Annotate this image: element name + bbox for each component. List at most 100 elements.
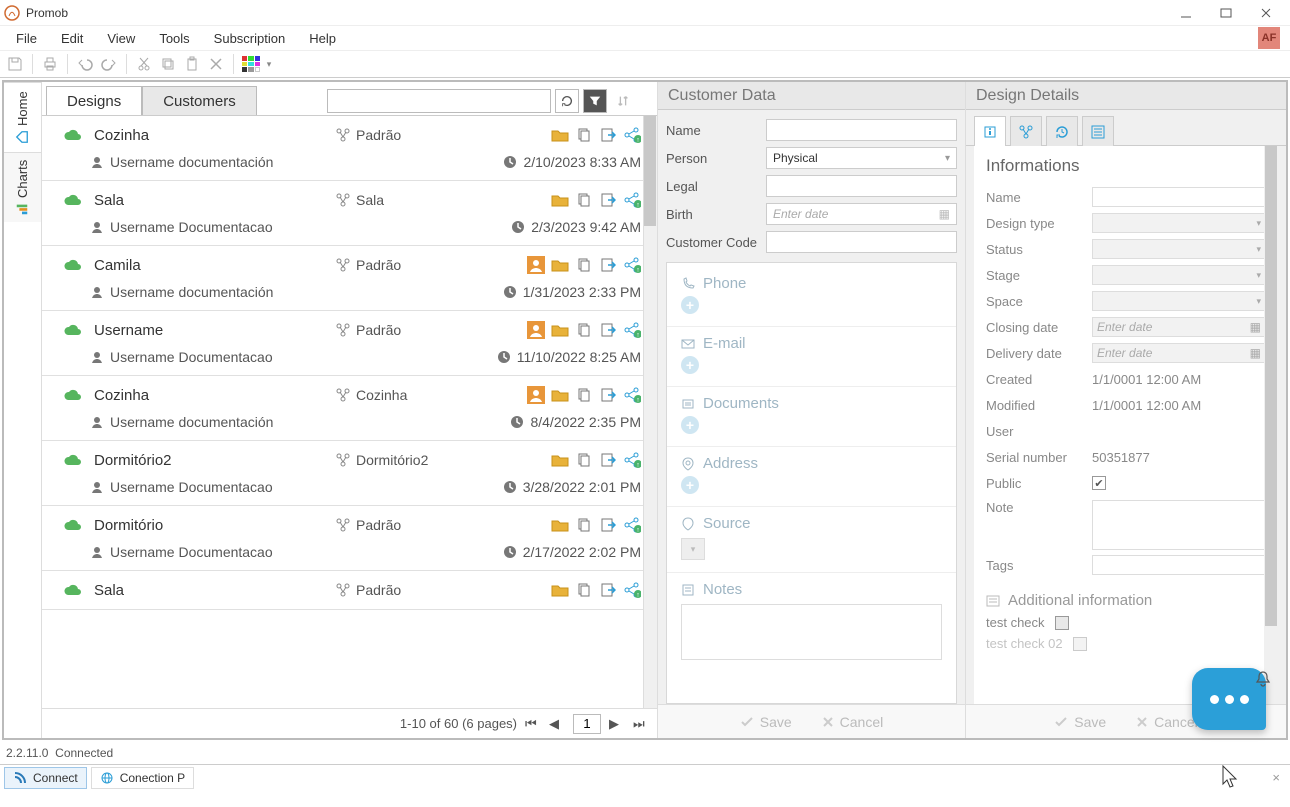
design-item[interactable]: CamilaPadrão↑Username documentación1/31/…	[42, 246, 657, 311]
add-document-button[interactable]: +	[681, 416, 699, 434]
window-maximize-button[interactable]	[1206, 1, 1246, 25]
side-tab-home[interactable]: Home	[4, 82, 41, 152]
cut-icon[interactable]	[133, 53, 155, 75]
add-email-button[interactable]: +	[681, 356, 699, 374]
menu-help[interactable]: Help	[297, 26, 348, 50]
folder-icon[interactable]	[551, 191, 569, 209]
customer-save-button[interactable]: Save	[740, 714, 792, 730]
d-field-type[interactable]	[1092, 213, 1266, 233]
details-cancel-button[interactable]: Cancel	[1136, 714, 1198, 730]
export-icon[interactable]	[599, 581, 617, 599]
copy-page-icon[interactable]	[575, 256, 593, 274]
check-1-box[interactable]	[1055, 616, 1069, 630]
copy-page-icon[interactable]	[575, 126, 593, 144]
paste-icon[interactable]	[181, 53, 203, 75]
share-icon[interactable]: ↑	[623, 191, 641, 209]
search-input[interactable]	[327, 89, 551, 113]
d-checkbox-public[interactable]: ✔	[1092, 476, 1106, 490]
menu-view[interactable]: View	[95, 26, 147, 50]
export-icon[interactable]	[599, 516, 617, 534]
d-field-tags[interactable]	[1092, 555, 1266, 575]
field-legal[interactable]	[766, 175, 957, 197]
sort-button[interactable]	[611, 89, 635, 113]
details-tab-history[interactable]	[1046, 116, 1078, 146]
dropdown-icon[interactable]: ▾	[264, 53, 274, 75]
d-field-status[interactable]	[1092, 239, 1266, 259]
copy-page-icon[interactable]	[575, 516, 593, 534]
d-field-stage[interactable]	[1092, 265, 1266, 285]
folder-icon[interactable]	[551, 451, 569, 469]
copy-icon[interactable]	[157, 53, 179, 75]
tab-designs[interactable]: Designs	[46, 86, 142, 115]
menu-tools[interactable]: Tools	[147, 26, 201, 50]
bottom-connect-tab[interactable]: Connect	[4, 767, 87, 789]
design-list[interactable]: CozinhaPadrão↑Username documentación2/10…	[42, 116, 657, 708]
menu-file[interactable]: File	[4, 26, 49, 50]
export-icon[interactable]	[599, 126, 617, 144]
details-tab-info[interactable]	[974, 116, 1006, 146]
source-select[interactable]: ▾	[681, 538, 705, 560]
folder-icon[interactable]	[551, 126, 569, 144]
copy-page-icon[interactable]	[575, 581, 593, 599]
menu-edit[interactable]: Edit	[49, 26, 95, 50]
side-tab-charts[interactable]: Charts	[4, 152, 41, 222]
d-field-name[interactable]	[1092, 187, 1266, 207]
user-avatar[interactable]: AF	[1258, 27, 1280, 49]
d-field-closing[interactable]: Enter date	[1092, 317, 1266, 337]
print-icon[interactable]	[39, 53, 61, 75]
field-code[interactable]	[766, 231, 957, 253]
details-save-button[interactable]: Save	[1054, 714, 1106, 730]
bottom-close-button[interactable]: ×	[1266, 770, 1286, 785]
add-phone-button[interactable]: +	[681, 296, 699, 314]
field-birth[interactable]: Enter date	[766, 203, 957, 225]
pager-last[interactable]: ⏭	[633, 716, 649, 732]
export-icon[interactable]	[599, 451, 617, 469]
window-close-button[interactable]	[1246, 1, 1286, 25]
filter-button[interactable]	[583, 89, 607, 113]
pager-page-input[interactable]	[573, 714, 601, 734]
d-field-note[interactable]	[1092, 500, 1266, 550]
tab-customers[interactable]: Customers	[142, 86, 257, 115]
share-icon[interactable]: ↑	[623, 126, 641, 144]
design-item[interactable]: CozinhaPadrão↑Username documentación2/10…	[42, 116, 657, 181]
folder-icon[interactable]	[551, 321, 569, 339]
refresh-button[interactable]	[555, 89, 579, 113]
share-icon[interactable]: ↑	[623, 256, 641, 274]
folder-icon[interactable]	[551, 516, 569, 534]
copy-page-icon[interactable]	[575, 451, 593, 469]
copy-page-icon[interactable]	[575, 321, 593, 339]
field-name[interactable]	[766, 119, 957, 141]
pager-first[interactable]: ⏮	[525, 716, 541, 732]
d-field-delivery[interactable]: Enter date	[1092, 343, 1266, 363]
copy-page-icon[interactable]	[575, 386, 593, 404]
export-icon[interactable]	[599, 321, 617, 339]
field-person[interactable]: Physical	[766, 147, 957, 169]
design-item[interactable]: SalaPadrão↑	[42, 571, 657, 610]
export-icon[interactable]	[599, 386, 617, 404]
add-address-button[interactable]: +	[681, 476, 699, 494]
notes-textarea[interactable]	[681, 604, 942, 660]
undo-icon[interactable]	[74, 53, 96, 75]
customer-cancel-button[interactable]: Cancel	[822, 714, 884, 730]
export-icon[interactable]	[599, 256, 617, 274]
menu-subscription[interactable]: Subscription	[202, 26, 298, 50]
design-item[interactable]: UsernamePadrão↑Username Documentacao11/1…	[42, 311, 657, 376]
folder-icon[interactable]	[551, 256, 569, 274]
redo-icon[interactable]	[98, 53, 120, 75]
pager-prev[interactable]: ◀	[549, 716, 565, 732]
share-icon[interactable]: ↑	[623, 386, 641, 404]
color-palette-icon[interactable]	[240, 53, 262, 75]
pager-next[interactable]: ▶	[609, 716, 625, 732]
folder-icon[interactable]	[551, 386, 569, 404]
design-item[interactable]: SalaSala↑Username Documentacao2/3/2023 9…	[42, 181, 657, 246]
folder-icon[interactable]	[551, 581, 569, 599]
export-icon[interactable]	[599, 191, 617, 209]
design-item[interactable]: CozinhaCozinha↑Username documentación8/4…	[42, 376, 657, 441]
share-icon[interactable]: ↑	[623, 451, 641, 469]
share-icon[interactable]: ↑	[623, 581, 641, 599]
share-icon[interactable]: ↑	[623, 516, 641, 534]
bell-icon[interactable]	[1254, 670, 1272, 688]
bottom-conection-tab[interactable]: Conection P	[91, 767, 194, 789]
details-tab-list[interactable]	[1082, 116, 1114, 146]
design-item[interactable]: Dormitório2Dormitório2↑Username Document…	[42, 441, 657, 506]
